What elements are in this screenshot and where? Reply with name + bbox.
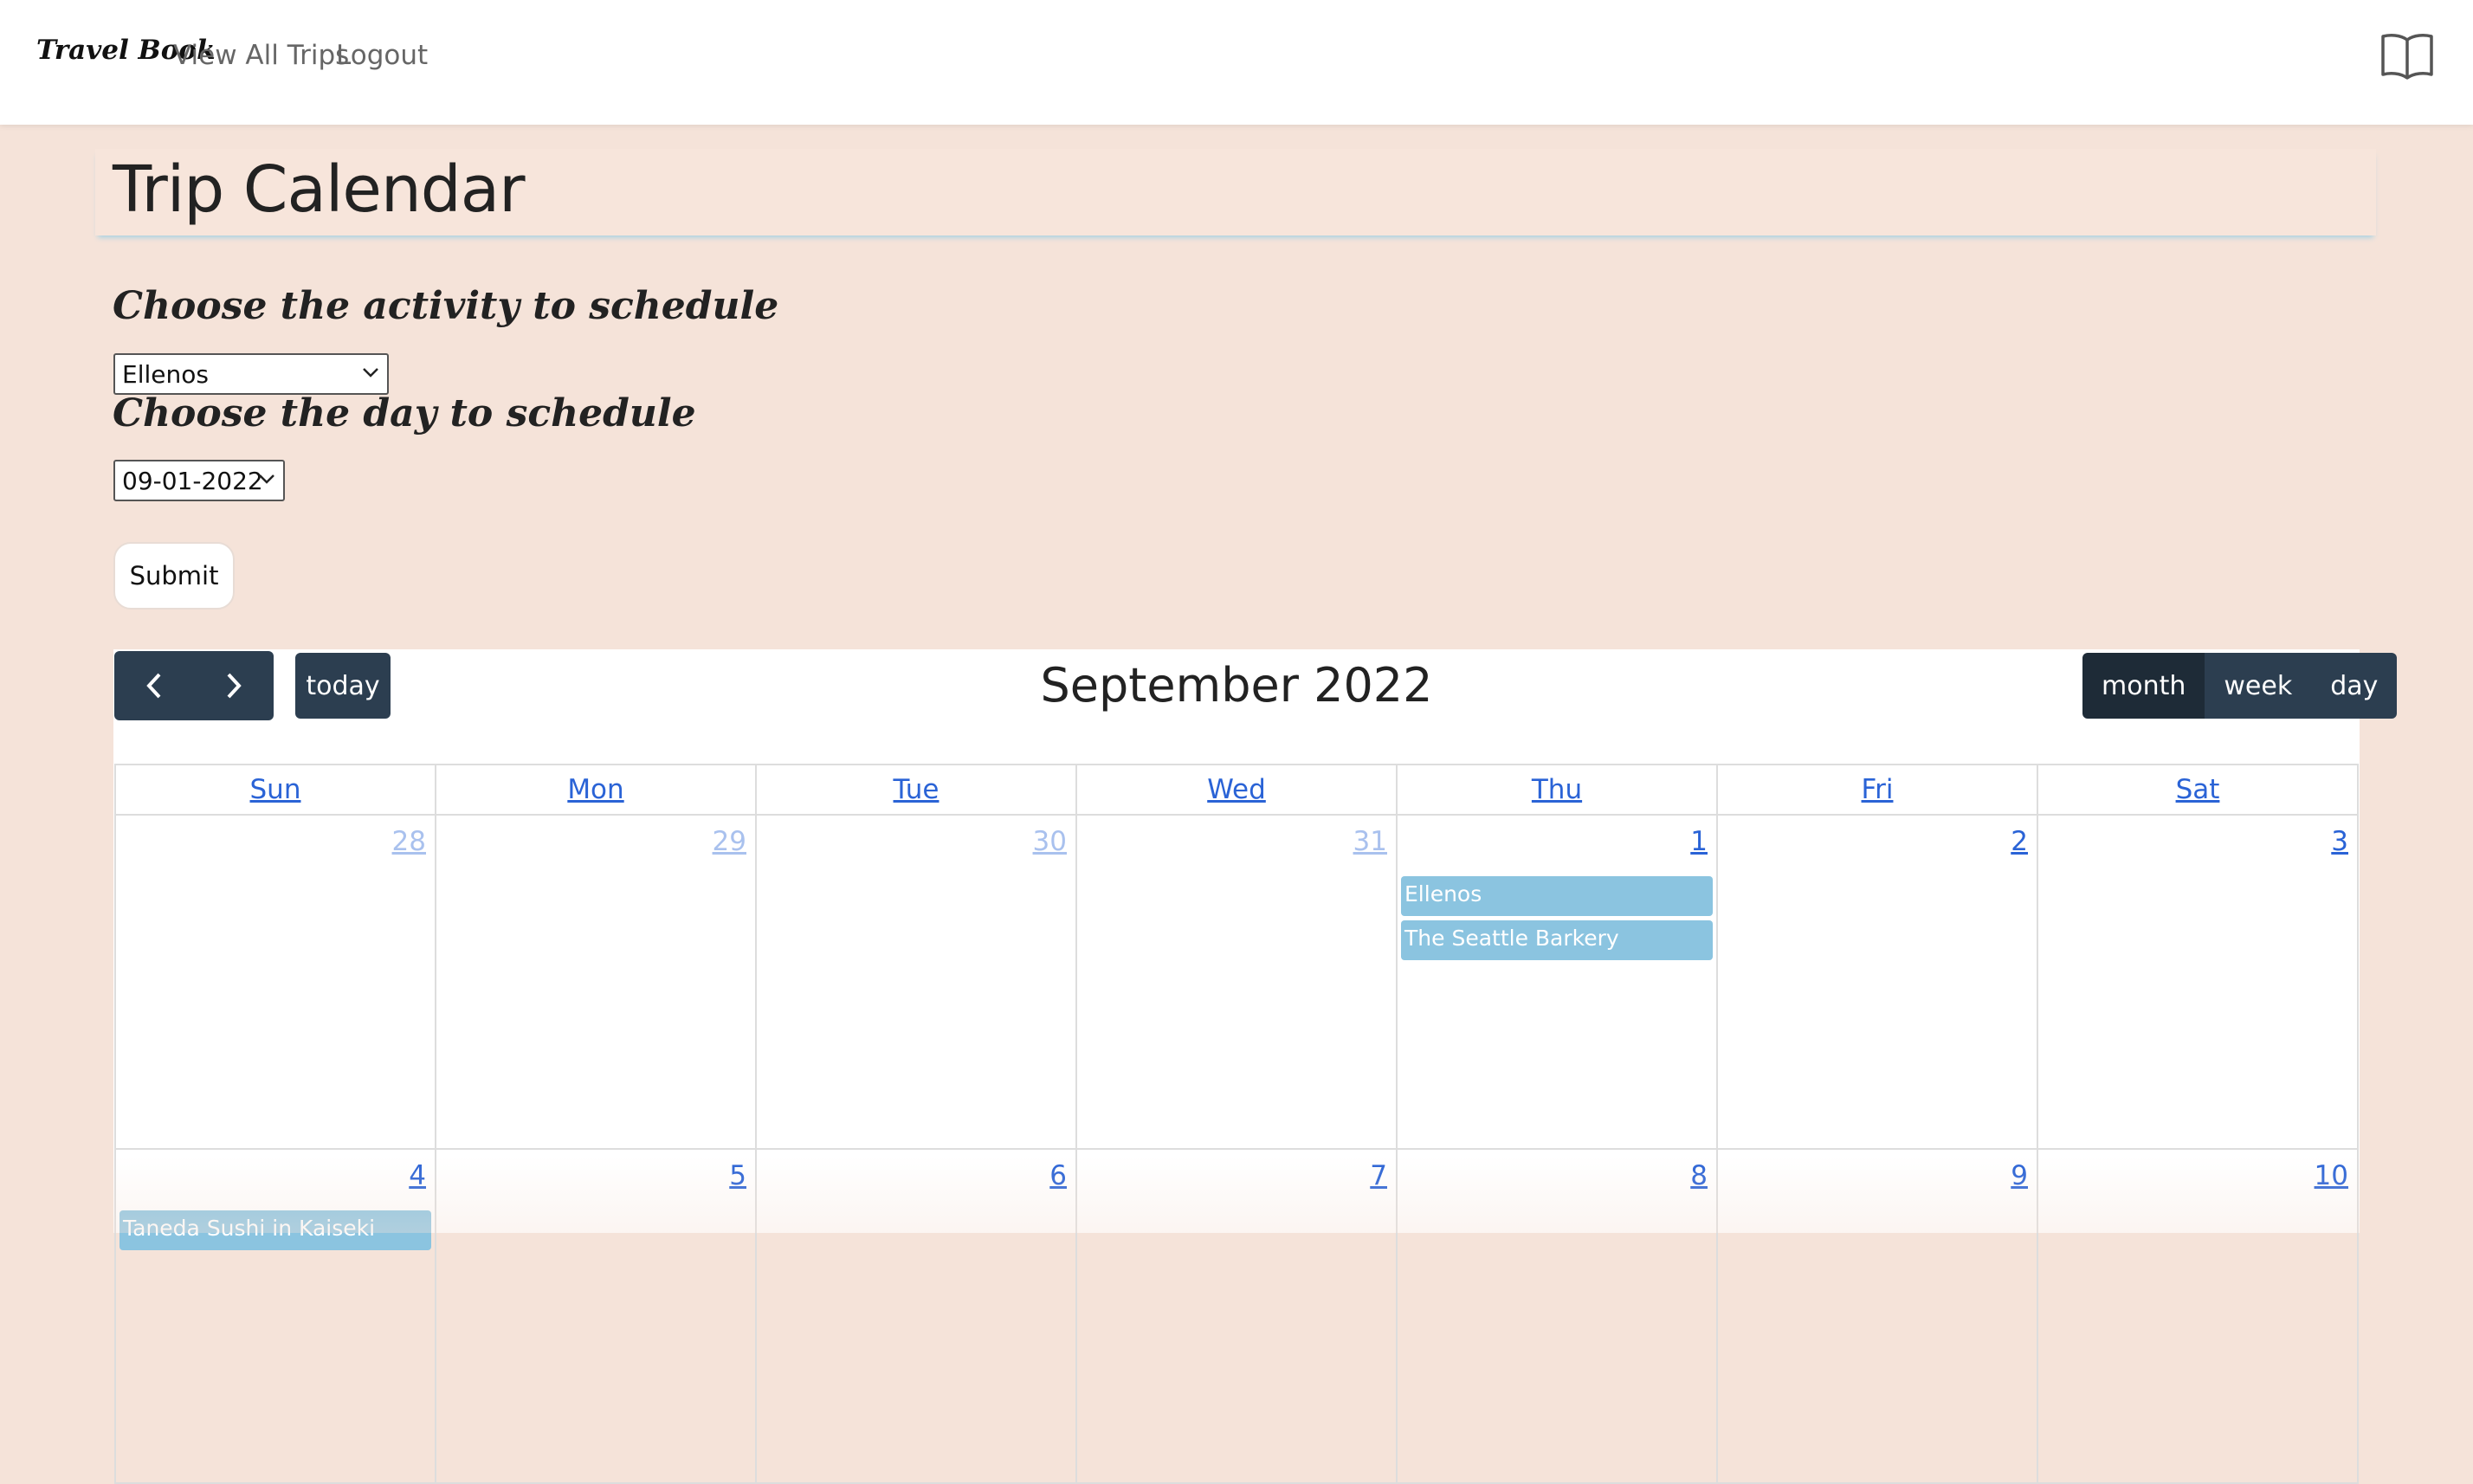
day-cell[interactable]: 1 Ellenos The Seattle Barkery <box>1398 816 1718 1150</box>
calendar-event[interactable]: The Seattle Barkery <box>1401 920 1713 960</box>
weekday-sat[interactable]: Sat <box>2176 774 2220 805</box>
weekday-fri[interactable]: Fri <box>1862 774 1894 805</box>
weekday-header: Wed <box>1077 765 1398 816</box>
book-open-icon[interactable] <box>2379 31 2435 80</box>
weekday-sun[interactable]: Sun <box>250 774 301 805</box>
weekday-header: Thu <box>1398 765 1718 816</box>
view-all-trips-link[interactable]: View All Trips <box>173 40 349 71</box>
day-heading: Choose the day to schedule <box>113 391 696 436</box>
weekday-header: Tue <box>757 765 1077 816</box>
day-number[interactable]: 5 <box>729 1160 746 1191</box>
activity-select-value: Ellenos <box>122 359 209 389</box>
activity-select[interactable]: Ellenos <box>113 353 389 395</box>
weekday-header: Sun <box>116 765 436 816</box>
chevron-down-icon <box>363 368 378 377</box>
day-cell[interactable]: 9 <box>1718 1150 2038 1484</box>
logout-link[interactable]: Logout <box>336 40 428 71</box>
day-number[interactable]: 31 <box>1353 826 1387 857</box>
activity-heading: Choose the activity to schedule <box>113 284 779 328</box>
day-number[interactable]: 29 <box>713 826 746 857</box>
day-number[interactable]: 8 <box>1690 1160 1708 1191</box>
weekday-tue[interactable]: Tue <box>894 774 939 805</box>
view-switcher: month week day <box>2082 653 2398 719</box>
weekday-mon[interactable]: Mon <box>567 774 623 805</box>
day-select-value: 09-01-2022 <box>122 466 263 495</box>
day-cell[interactable]: 4 Taneda Sushi in Kaiseki <box>116 1150 436 1484</box>
weekday-header: Mon <box>436 765 757 816</box>
page-title: Trip Calendar <box>113 152 526 227</box>
day-cell[interactable]: 2 <box>1718 816 2038 1150</box>
day-cell[interactable]: 29 <box>436 816 757 1150</box>
day-number[interactable]: 30 <box>1033 826 1067 857</box>
chevron-down-icon <box>259 474 274 484</box>
top-navbar: Travel Book View All Trips Logout <box>0 0 2473 125</box>
day-select[interactable]: 09-01-2022 <box>113 460 285 501</box>
week-row-1: 28 29 30 31 1 Ellenos The Seattle Barker… <box>116 816 2359 1150</box>
day-number[interactable]: 3 <box>2331 826 2348 857</box>
weekday-header: Sat <box>2038 765 2359 816</box>
day-cell[interactable]: 5 <box>436 1150 757 1484</box>
weekday-header: Fri <box>1718 765 2038 816</box>
day-cell[interactable]: 28 <box>116 816 436 1150</box>
day-cell[interactable]: 6 <box>757 1150 1077 1484</box>
day-cell[interactable]: 3 <box>2038 816 2359 1150</box>
day-cell[interactable]: 7 <box>1077 1150 1398 1484</box>
day-number[interactable]: 2 <box>2011 826 2028 857</box>
day-number[interactable]: 6 <box>1049 1160 1067 1191</box>
week-row-2: 4 Taneda Sushi in Kaiseki 5 6 7 8 9 10 <box>116 1150 2359 1484</box>
weekday-header-row: Sun Mon Tue Wed Thu Fri Sat <box>116 765 2359 816</box>
day-number[interactable]: 9 <box>2011 1160 2028 1191</box>
day-number[interactable]: 7 <box>1370 1160 1387 1191</box>
day-number[interactable]: 4 <box>409 1160 426 1191</box>
day-number[interactable]: 10 <box>2315 1160 2348 1191</box>
calendar-grid: Sun Mon Tue Wed Thu Fri Sat 28 29 30 31 … <box>114 764 2359 1484</box>
day-number[interactable]: 1 <box>1690 826 1708 857</box>
day-cell[interactable]: 10 <box>2038 1150 2359 1484</box>
calendar-event[interactable]: Ellenos <box>1401 876 1713 916</box>
day-number[interactable]: 28 <box>392 826 426 857</box>
week-view-button[interactable]: week <box>2205 653 2312 719</box>
weekday-thu[interactable]: Thu <box>1532 774 1582 805</box>
calendar-event[interactable]: Taneda Sushi in Kaiseki <box>119 1210 431 1250</box>
month-view-button[interactable]: month <box>2082 653 2205 719</box>
day-cell[interactable]: 8 <box>1398 1150 1718 1484</box>
day-cell[interactable]: 30 <box>757 816 1077 1150</box>
day-cell[interactable]: 31 <box>1077 816 1398 1150</box>
submit-button[interactable]: Submit <box>113 542 235 610</box>
day-view-button[interactable]: day <box>2311 653 2398 719</box>
weekday-wed[interactable]: Wed <box>1207 774 1266 805</box>
